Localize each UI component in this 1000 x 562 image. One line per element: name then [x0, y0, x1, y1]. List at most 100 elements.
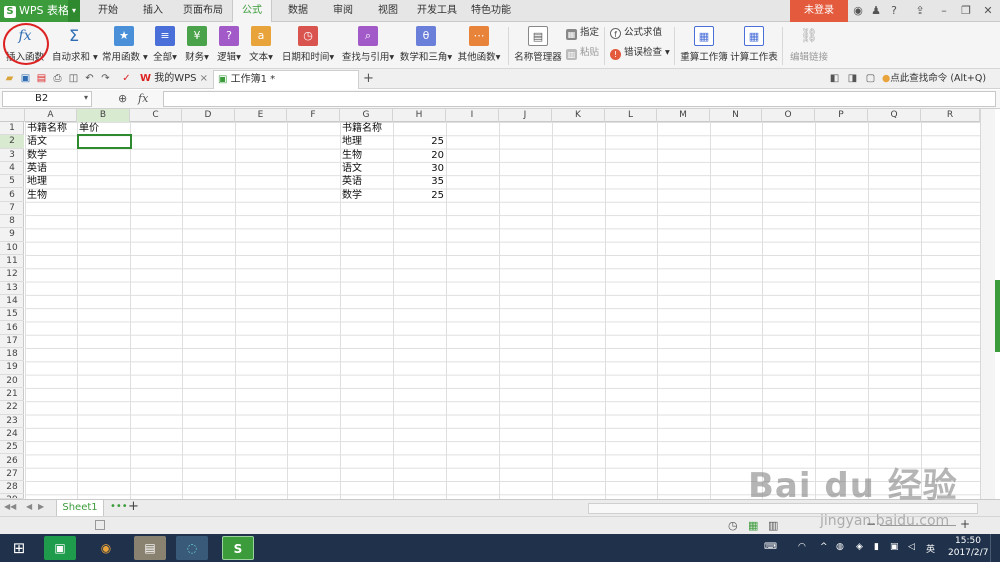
- command-search[interactable]: ●点此查找命令 (Alt+Q): [882, 72, 986, 86]
- active-cell-selection[interactable]: [77, 134, 132, 150]
- error-check-button[interactable]: ! 错误检查 ▾: [610, 46, 670, 60]
- tab-developer[interactable]: 开发工具: [412, 0, 462, 22]
- tray-up-icon[interactable]: ^: [820, 542, 828, 552]
- pdf-icon[interactable]: ▤: [35, 72, 48, 85]
- cell-a6[interactable]: 生物: [27, 189, 47, 202]
- recalc-workbook-button[interactable]: ▦ 重算工作簿: [680, 24, 728, 63]
- row-header[interactable]: 11: [0, 255, 24, 269]
- column-header[interactable]: O: [762, 109, 815, 122]
- skin-icon[interactable]: ◉: [850, 3, 866, 19]
- history-icon[interactable]: ◷: [728, 519, 738, 532]
- zoom-icon[interactable]: ⊕: [118, 92, 127, 105]
- column-header[interactable]: A: [25, 109, 77, 122]
- paste-name-button[interactable]: ▥ 粘贴: [566, 46, 599, 60]
- close-icon[interactable]: ×: [200, 70, 208, 88]
- cell-b1[interactable]: 单价: [79, 122, 99, 135]
- cell-h5[interactable]: 35: [394, 175, 444, 188]
- sheet-nav-next-icon[interactable]: ▶: [38, 502, 44, 511]
- specify-button[interactable]: ▦ 指定: [566, 26, 599, 40]
- ime-indicator[interactable]: 英: [926, 542, 935, 555]
- column-header[interactable]: D: [182, 109, 235, 122]
- wifi-icon[interactable]: ◠: [798, 542, 806, 552]
- name-manager-button[interactable]: ▤ 名称管理器: [514, 24, 562, 63]
- add-sheet-button[interactable]: +: [128, 499, 139, 514]
- upload-icon[interactable]: ⇪: [912, 3, 928, 19]
- row-header[interactable]: 1: [0, 122, 24, 136]
- open-folder-icon[interactable]: ▰: [3, 72, 16, 85]
- tray-app-icon[interactable]: ◈: [856, 542, 863, 552]
- row-header[interactable]: 8: [0, 215, 24, 229]
- chevron-down-icon[interactable]: ▾: [68, 0, 80, 22]
- row-header[interactable]: 2: [0, 135, 24, 149]
- text-functions-button[interactable]: a 文本▾: [248, 24, 274, 63]
- column-header[interactable]: C: [130, 109, 182, 122]
- tab-features[interactable]: 特色功能: [466, 0, 516, 22]
- row-header[interactable]: 22: [0, 401, 24, 415]
- new-tab-button[interactable]: +: [362, 72, 375, 85]
- column-header[interactable]: J: [499, 109, 552, 122]
- show-desktop-button[interactable]: [990, 534, 1000, 562]
- logic-button[interactable]: ? 逻辑▾: [216, 24, 242, 63]
- row-header[interactable]: 17: [0, 335, 24, 349]
- pin-icon[interactable]: ✓: [120, 72, 133, 85]
- math-button[interactable]: θ 数学和三角▾: [398, 24, 454, 63]
- formula-input[interactable]: [163, 91, 996, 107]
- row-header[interactable]: 23: [0, 415, 24, 428]
- row-header[interactable]: 5: [0, 175, 24, 189]
- edge-icon[interactable]: ◌: [176, 536, 208, 560]
- tab-insert[interactable]: 插入: [133, 0, 173, 22]
- app-menu-button[interactable]: S WPS 表格 ▾: [0, 0, 80, 22]
- preview-icon[interactable]: ◫: [67, 72, 80, 85]
- save-icon[interactable]: ▣: [19, 72, 32, 85]
- macro-icon[interactable]: [95, 520, 105, 530]
- more-sheets-icon[interactable]: •••: [110, 501, 128, 512]
- cell-grid[interactable]: 书籍名称 单价 语文 数学 英语 地理 生物 书籍名称 地理 生物 语文 英语 …: [25, 122, 980, 499]
- normal-view-icon[interactable]: ▦: [748, 519, 758, 532]
- chevron-down-icon[interactable]: ▾: [84, 93, 88, 102]
- undo-icon[interactable]: ↶: [83, 72, 96, 85]
- battery-icon[interactable]: ▮: [874, 542, 879, 552]
- row-header[interactable]: 20: [0, 375, 24, 388]
- tab-workbook[interactable]: ▣ 工作簿1 *: [213, 70, 359, 89]
- restore-icon[interactable]: ❐: [958, 3, 974, 19]
- cell-a3[interactable]: 数学: [27, 149, 47, 162]
- row-header[interactable]: 26: [0, 455, 24, 468]
- sheet-nav-first-icon[interactable]: ◀◀: [4, 502, 16, 511]
- cell-h6[interactable]: 25: [394, 189, 444, 202]
- side-panel-toggle[interactable]: [995, 280, 1000, 352]
- close-icon[interactable]: ✕: [980, 3, 996, 19]
- column-header[interactable]: N: [710, 109, 762, 122]
- volume-icon[interactable]: ◁: [908, 542, 915, 552]
- login-button[interactable]: 未登录: [790, 0, 848, 22]
- tray-app-icon[interactable]: ◍: [836, 542, 844, 552]
- all-functions-button[interactable]: ≡ 全部▾: [152, 24, 178, 63]
- app-icon[interactable]: ▤: [134, 536, 166, 560]
- column-header[interactable]: G: [340, 109, 393, 122]
- clock[interactable]: 15:50 2017/2/7: [948, 535, 988, 559]
- page-view-icon[interactable]: ▥: [768, 519, 778, 532]
- row-header[interactable]: 3: [0, 149, 24, 162]
- common-functions-button[interactable]: ★ 常用函数 ▾: [102, 24, 148, 63]
- tab-view[interactable]: 视图: [368, 0, 408, 22]
- column-header[interactable]: P: [815, 109, 868, 122]
- cell-h3[interactable]: 20: [394, 149, 444, 162]
- column-header[interactable]: M: [657, 109, 710, 122]
- cell-g3[interactable]: 生物: [342, 149, 362, 162]
- lookup-button[interactable]: ⌕ 查找与引用▾: [340, 24, 396, 63]
- row-header[interactable]: 10: [0, 242, 24, 255]
- browser-icon[interactable]: ◉: [90, 536, 122, 560]
- cell-g6[interactable]: 数学: [342, 189, 362, 202]
- column-header[interactable]: Q: [868, 109, 921, 122]
- column-header[interactable]: L: [605, 109, 657, 122]
- cell-g4[interactable]: 语文: [342, 162, 362, 175]
- cell-a1[interactable]: 书籍名称: [27, 122, 67, 135]
- row-header[interactable]: 15: [0, 308, 24, 322]
- column-header[interactable]: B: [77, 109, 130, 122]
- row-header[interactable]: 14: [0, 295, 24, 309]
- print-icon[interactable]: ⎙: [51, 72, 64, 85]
- row-header[interactable]: 13: [0, 282, 24, 295]
- other-functions-button[interactable]: ⋯ 其他函数▾: [456, 24, 502, 63]
- calc-sheet-button[interactable]: ▦ 计算工作表: [730, 24, 778, 63]
- row-header[interactable]: 28: [0, 481, 24, 495]
- tool-icon[interactable]: ▢: [864, 72, 877, 85]
